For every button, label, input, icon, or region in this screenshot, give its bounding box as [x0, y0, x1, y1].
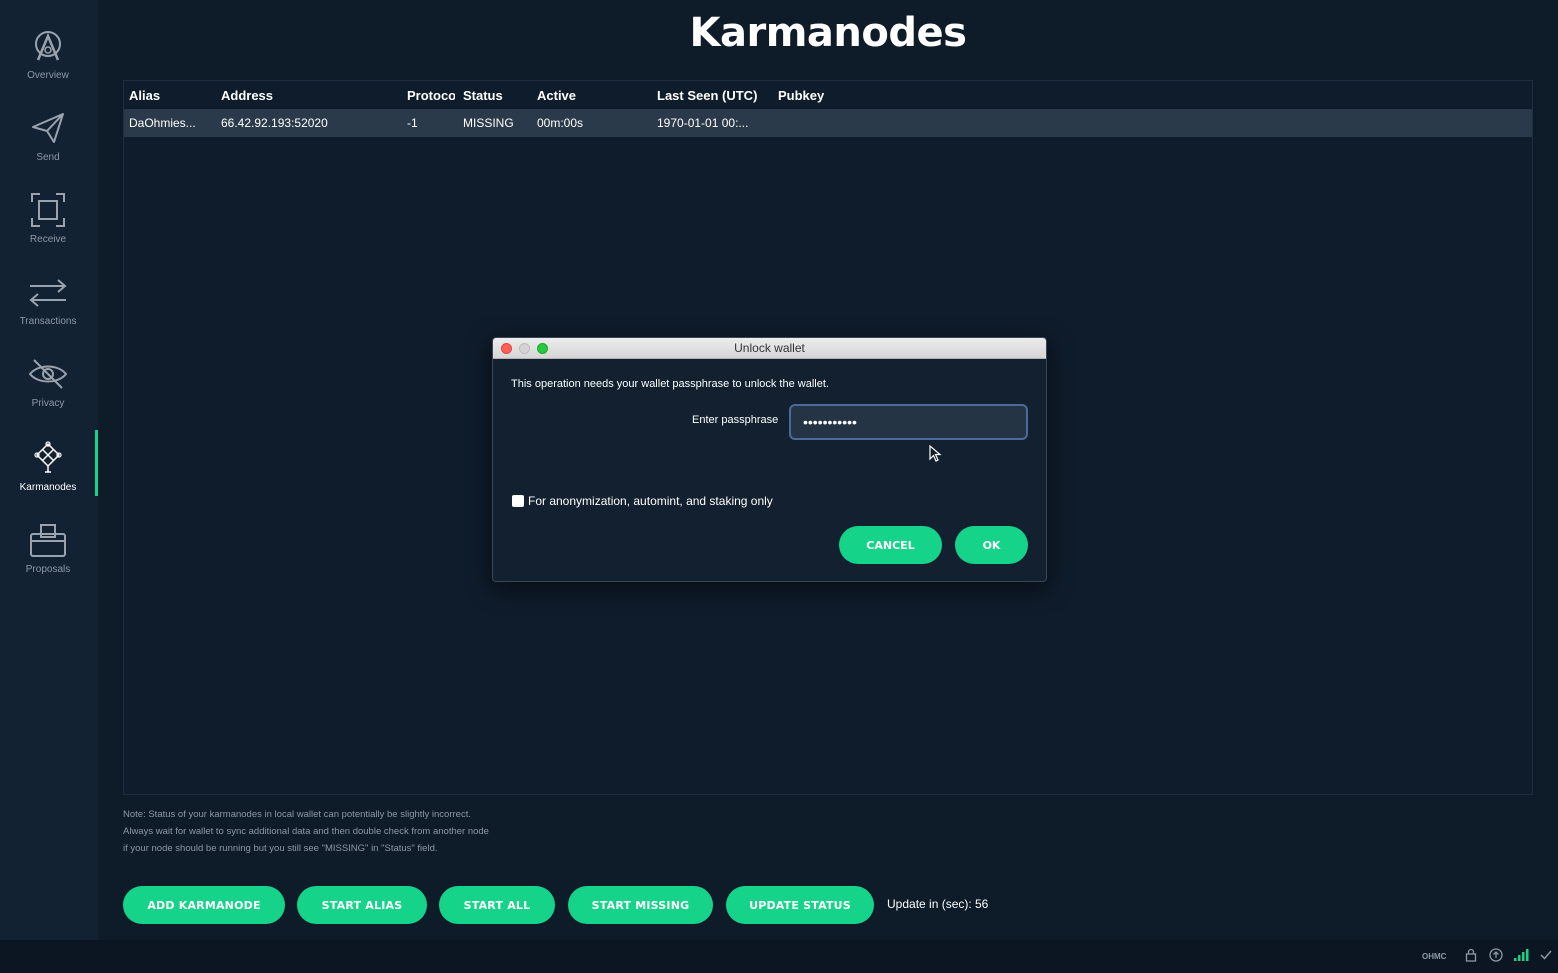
- signal-bars-icon[interactable]: [1513, 948, 1529, 964]
- passphrase-input[interactable]: •••••••••••: [789, 404, 1028, 440]
- start-all-button[interactable]: START ALL: [439, 886, 555, 924]
- unlock-wallet-dialog: Unlock wallet This operation needs your …: [492, 337, 1047, 582]
- karmanode-knot-icon: [28, 438, 68, 478]
- unit-label[interactable]: OHMC: [1422, 952, 1446, 961]
- sidebar-item-label: Privacy: [31, 398, 65, 409]
- paper-plane-icon: [28, 108, 68, 148]
- active-indicator: [95, 430, 98, 496]
- start-alias-button[interactable]: START ALIAS: [297, 886, 427, 924]
- staking-icon[interactable]: [1489, 948, 1503, 964]
- sidebar-item-label: Overview: [27, 70, 69, 81]
- karma-logo-icon: [28, 26, 68, 66]
- column-header-protocol[interactable]: Protocol: [407, 88, 455, 103]
- cancel-button[interactable]: CANCEL: [839, 526, 942, 564]
- update-countdown-label: Update in (sec):: [887, 897, 972, 911]
- sidebar-item-label: Proposals: [25, 564, 71, 575]
- sidebar-item-privacy[interactable]: Privacy: [0, 354, 96, 424]
- cell-status: MISSING: [463, 116, 514, 130]
- cell-alias: DaOhmies...: [129, 116, 196, 130]
- column-header-active[interactable]: Active: [537, 88, 647, 103]
- dialog-title: Unlock wallet: [734, 341, 805, 355]
- status-bar: OHMC: [0, 940, 1558, 973]
- sidebar: Overview Send Receive Transactions Priva…: [0, 0, 98, 940]
- table-row[interactable]: DaOhmies... 66.42.92.193:52020 -1 MISSIN…: [124, 109, 1532, 137]
- lock-icon[interactable]: [1465, 948, 1477, 964]
- dialog-message: This operation needs your wallet passphr…: [511, 378, 829, 390]
- sidebar-item-label: Transactions: [19, 316, 77, 327]
- ballot-box-icon: [28, 520, 68, 560]
- staking-only-checkbox[interactable]: [512, 495, 524, 507]
- sidebar-item-send[interactable]: Send: [0, 108, 96, 178]
- note-line: Note: Status of your karmanodes in local…: [123, 809, 471, 820]
- staking-only-label[interactable]: For anonymization, automint, and staking…: [528, 494, 773, 508]
- column-header-address[interactable]: Address: [221, 88, 401, 103]
- update-countdown-value: 56: [975, 897, 989, 911]
- column-header-last-seen[interactable]: Last Seen (UTC): [657, 88, 775, 103]
- sidebar-item-transactions[interactable]: Transactions: [0, 272, 96, 342]
- sidebar-item-label: Send: [36, 152, 60, 163]
- sync-check-icon[interactable]: [1539, 948, 1553, 964]
- mouse-pointer-icon: [929, 444, 943, 468]
- ok-button[interactable]: OK: [955, 526, 1028, 564]
- arrows-icon: [28, 272, 68, 312]
- column-header-status[interactable]: Status: [463, 88, 533, 103]
- cell-address: 66.42.92.193:52020: [221, 116, 328, 130]
- status-note: Note: Status of your karmanodes in local…: [123, 806, 489, 857]
- note-line: if your node should be running but you s…: [123, 843, 438, 854]
- eye-off-icon: [28, 354, 68, 394]
- update-status-button[interactable]: UPDATE STATUS: [726, 886, 874, 924]
- add-karmanode-button[interactable]: ADD KARMANODE: [123, 886, 285, 924]
- column-header-alias[interactable]: Alias: [129, 88, 214, 103]
- sidebar-item-karmanodes[interactable]: Karmanodes: [0, 438, 96, 508]
- dialog-titlebar[interactable]: Unlock wallet: [493, 338, 1046, 359]
- sidebar-item-label: Receive: [29, 234, 67, 245]
- receive-frame-icon: [28, 190, 68, 230]
- column-header-pubkey[interactable]: Pubkey: [778, 88, 898, 103]
- sidebar-item-receive[interactable]: Receive: [0, 190, 96, 260]
- sidebar-item-label: Karmanodes: [19, 482, 77, 493]
- sidebar-item-overview[interactable]: Overview: [0, 26, 96, 96]
- page-title: Karmanodes: [689, 10, 967, 56]
- start-missing-button[interactable]: START MISSING: [568, 886, 713, 924]
- cell-protocol: -1: [407, 116, 418, 130]
- cell-active: 00m:00s: [537, 116, 584, 130]
- note-line: Always wait for wallet to sync additiona…: [123, 826, 489, 837]
- passphrase-label: Enter passphrase: [692, 414, 779, 426]
- table-header: Alias Address Protocol Status Active Las…: [124, 81, 1532, 109]
- cell-last-seen: 1970-01-01 00:...: [657, 116, 749, 130]
- sidebar-item-proposals[interactable]: Proposals: [0, 520, 96, 590]
